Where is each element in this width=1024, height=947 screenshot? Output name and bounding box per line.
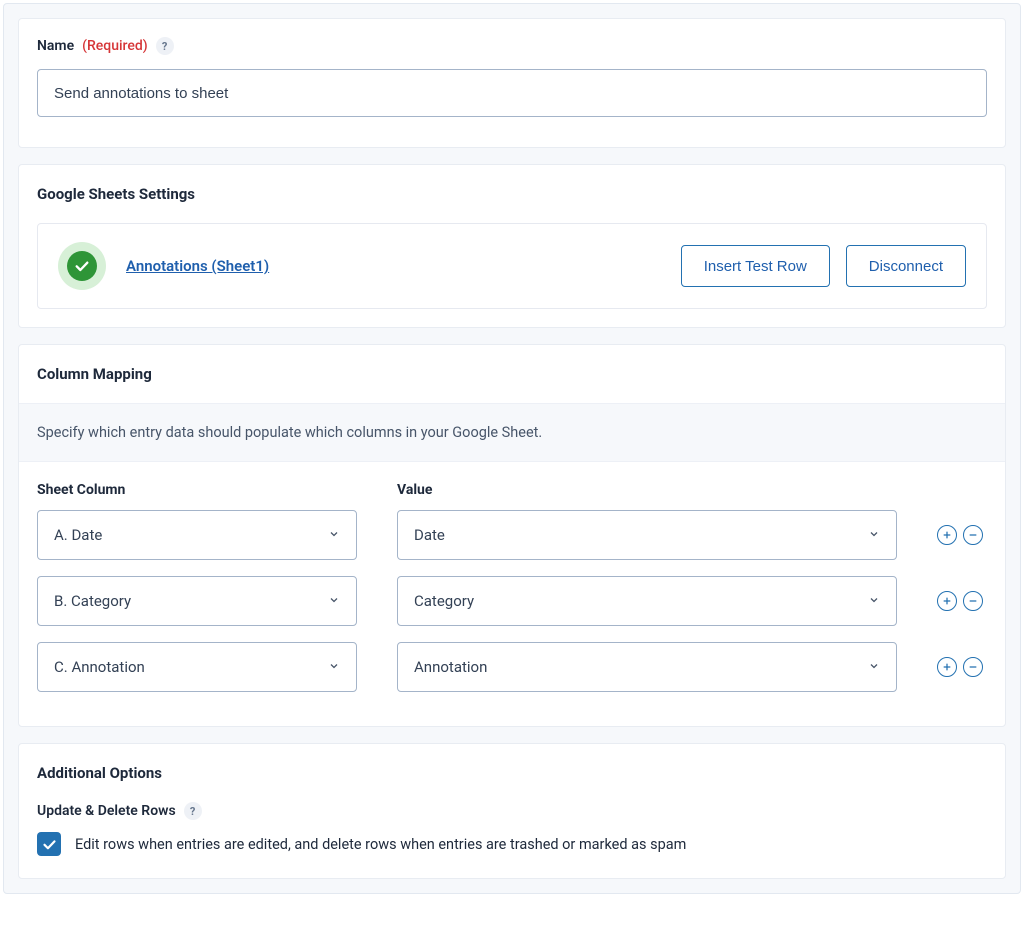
- name-label-row: Name (Required) ?: [37, 37, 987, 55]
- select-value: Date: [414, 526, 445, 544]
- update-delete-label: Update & Delete Rows: [37, 803, 176, 819]
- status-badge: [58, 242, 106, 290]
- chevron-down-icon: [328, 592, 340, 610]
- checkmark-icon: [42, 837, 57, 852]
- value-select[interactable]: Category: [397, 576, 897, 626]
- required-indicator: (Required): [82, 38, 148, 54]
- sheet-column-select[interactable]: B. Category: [37, 576, 357, 626]
- additional-options-card: Additional Options Update & Delete Rows …: [18, 743, 1006, 879]
- remove-row-button[interactable]: [963, 591, 983, 611]
- select-value: Annotation: [414, 658, 487, 676]
- checkbox-row: Edit rows when entries are edited, and d…: [37, 832, 987, 856]
- mapping-description: Specify which entry data should populate…: [19, 403, 1005, 462]
- remove-row-button[interactable]: [963, 525, 983, 545]
- select-value: A. Date: [54, 526, 102, 544]
- options-body: Update & Delete Rows ? Edit rows when en…: [19, 802, 1005, 878]
- chevron-down-icon: [868, 658, 880, 676]
- chevron-down-icon: [868, 526, 880, 544]
- value-select[interactable]: Date: [397, 510, 897, 560]
- row-actions: [937, 657, 987, 677]
- value-select[interactable]: Annotation: [397, 642, 897, 692]
- row-actions: [937, 591, 987, 611]
- connection-info: Annotations (Sheet1): [58, 242, 269, 290]
- connection-box: Annotations (Sheet1) Insert Test Row Dis…: [37, 223, 987, 309]
- add-row-button[interactable]: [937, 657, 957, 677]
- mapping-row: A. Date Date: [37, 510, 987, 560]
- disconnect-button[interactable]: Disconnect: [846, 245, 966, 287]
- chevron-down-icon: [328, 658, 340, 676]
- add-row-button[interactable]: [937, 591, 957, 611]
- mapping-header-column: Sheet Column: [37, 482, 357, 498]
- add-row-button[interactable]: [937, 525, 957, 545]
- remove-row-button[interactable]: [963, 657, 983, 677]
- settings-panel: Name (Required) ? Google Sheets Settings…: [3, 3, 1021, 894]
- sheets-title: Google Sheets Settings: [19, 165, 1005, 223]
- sheet-column-select[interactable]: A. Date: [37, 510, 357, 560]
- checkmark-icon: [67, 251, 97, 281]
- column-mapping-card: Column Mapping Specify which entry data …: [18, 344, 1006, 727]
- name-card: Name (Required) ?: [18, 18, 1006, 148]
- chevron-down-icon: [328, 526, 340, 544]
- options-title: Additional Options: [19, 744, 1005, 802]
- name-input[interactable]: [37, 69, 987, 117]
- insert-test-row-button[interactable]: Insert Test Row: [681, 245, 830, 287]
- mapping-title: Column Mapping: [19, 345, 1005, 403]
- name-label: Name: [37, 38, 74, 54]
- select-value: C. Annotation: [54, 658, 145, 676]
- update-delete-label-row: Update & Delete Rows ?: [37, 802, 987, 820]
- sheets-settings-card: Google Sheets Settings Annotations (Shee…: [18, 164, 1006, 328]
- row-actions: [937, 525, 987, 545]
- connection-actions: Insert Test Row Disconnect: [681, 245, 966, 287]
- mapping-row: C. Annotation Annotation: [37, 642, 987, 692]
- mapping-rows: A. Date Date B. Category Cat: [19, 510, 1005, 726]
- edit-rows-checkbox[interactable]: [37, 832, 61, 856]
- sheet-column-select[interactable]: C. Annotation: [37, 642, 357, 692]
- spreadsheet-link[interactable]: Annotations (Sheet1): [126, 257, 269, 275]
- checkbox-label: Edit rows when entries are edited, and d…: [75, 836, 686, 853]
- mapping-header: Sheet Column Value: [19, 462, 1005, 510]
- help-icon[interactable]: ?: [184, 802, 202, 820]
- help-icon[interactable]: ?: [156, 37, 174, 55]
- chevron-down-icon: [868, 592, 880, 610]
- mapping-row: B. Category Category: [37, 576, 987, 626]
- select-value: Category: [414, 592, 474, 610]
- select-value: B. Category: [54, 592, 131, 610]
- mapping-header-value: Value: [397, 482, 987, 498]
